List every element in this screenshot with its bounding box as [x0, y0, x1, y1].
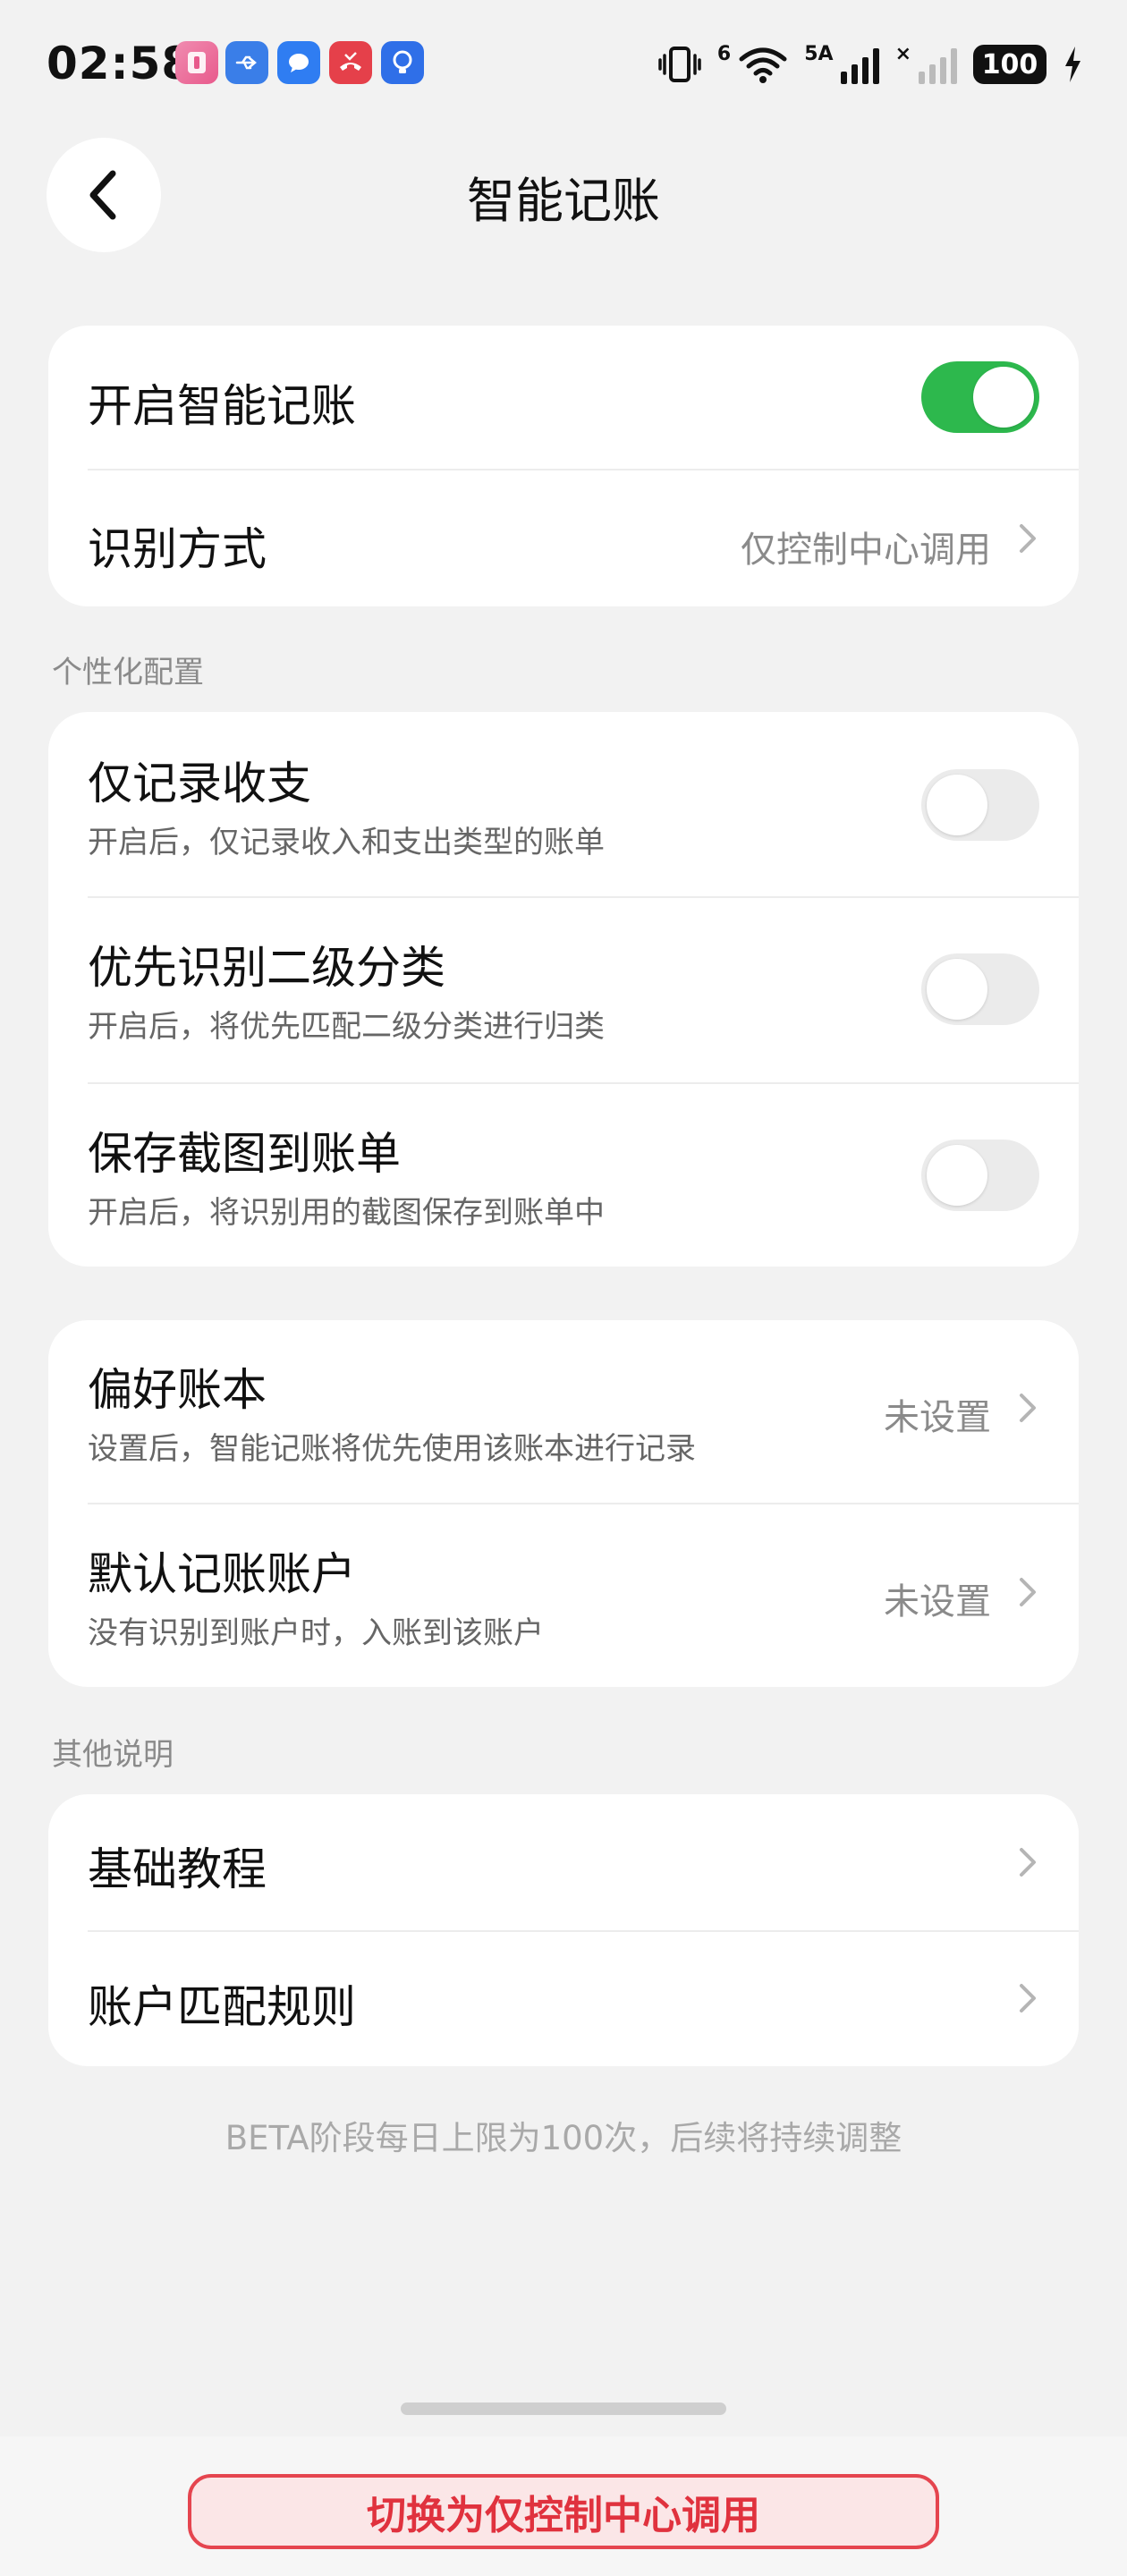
battery-level: 100	[981, 48, 1038, 80]
status-bar: 02:58 6 5A × 100	[0, 0, 1127, 134]
smart-bookkeeping-page: 02:58 6 5A × 100 智能记账 开启智能记账 识别方式 仅控制中心调…	[0, 0, 1127, 2576]
missed-call-icon	[329, 41, 372, 84]
record-income-expense-toggle[interactable]	[921, 769, 1039, 841]
prefer-subcategory-row[interactable]: 优先识别二级分类 开启后，将优先匹配二级分类进行归类	[48, 898, 1079, 1082]
home-indicator[interactable]	[401, 2402, 726, 2415]
account-settings-card: 偏好账本 设置后，智能记账将优先使用该账本进行记录 未设置 默认记账账户 没有识…	[48, 1320, 1079, 1687]
save-screenshot-toggle[interactable]	[921, 1140, 1039, 1211]
personalization-section-label: 个性化配置	[52, 655, 204, 691]
default-account-desc: 没有识别到账户时，入账到该账户	[88, 1615, 544, 1651]
toggle-knob	[927, 959, 987, 1020]
preferred-ledger-row[interactable]: 偏好账本 设置后，智能记账将优先使用该账本进行记录 未设置	[48, 1320, 1079, 1503]
chevron-right-icon	[1020, 1984, 1036, 2012]
record-income-expense-desc: 开启后，仅记录收入和支出类型的账单	[88, 825, 605, 860]
main-settings-card: 开启智能记账 识别方式 仅控制中心调用	[48, 326, 1079, 606]
other-section-label: 其他说明	[52, 1737, 174, 1773]
other-card: 基础教程 账户匹配规则	[48, 1794, 1079, 2066]
prefer-subcategory-label: 优先识别二级分类	[88, 942, 445, 994]
account-matching-rules-row[interactable]: 账户匹配规则	[48, 1932, 1079, 2066]
enable-smart-bookkeeping-toggle[interactable]	[921, 361, 1039, 433]
beta-limit-note: BETA阶段每日上限为100次，后续将持续调整	[225, 2119, 902, 2157]
wifi-icon	[739, 47, 787, 83]
network-5a-label: 5A	[804, 42, 834, 65]
recognition-method-label: 识别方式	[88, 523, 267, 575]
basic-tutorial-label: 基础教程	[88, 1843, 267, 1895]
toggle-knob	[927, 775, 987, 835]
prefer-subcategory-desc: 开启后，将优先匹配二级分类进行归类	[88, 1009, 605, 1045]
toggle-knob	[973, 367, 1034, 428]
personalization-card: 仅记录收支 开启后，仅记录收入和支出类型的账单 优先识别二级分类 开启后，将优先…	[48, 712, 1079, 1267]
default-account-label: 默认记账账户	[88, 1548, 356, 1600]
charging-icon	[1065, 47, 1080, 82]
vibrate-icon	[658, 47, 701, 82]
default-account-value: 未设置	[884, 1581, 991, 1623]
switch-to-control-center-button[interactable]: 切换为仅控制中心调用	[188, 2474, 939, 2549]
toggle-knob	[927, 1145, 987, 1206]
clock: 02:58	[47, 38, 194, 89]
preferred-ledger-desc: 设置后，智能记账将优先使用该账本进行记录	[88, 1431, 696, 1467]
chevron-right-icon	[1020, 1394, 1036, 1422]
record-income-expense-row[interactable]: 仅记录收支 开启后，仅记录收入和支出类型的账单	[48, 712, 1079, 896]
chevron-right-icon	[1020, 1578, 1036, 1606]
page-title: 智能记账	[467, 173, 660, 229]
recognition-method-value: 仅控制中心调用	[741, 530, 991, 571]
status-icons: 6 5A × 100	[658, 39, 1082, 89]
chevron-right-icon	[1020, 524, 1036, 553]
preferred-ledger-value: 未设置	[884, 1397, 991, 1438]
enable-smart-bookkeeping-label: 开启智能记账	[88, 380, 356, 432]
chevron-right-icon	[1020, 1848, 1036, 1877]
save-screenshot-row[interactable]: 保存截图到账单 开启后，将识别用的截图保存到账单中	[48, 1084, 1079, 1267]
battery-icon: 100	[973, 45, 1046, 84]
save-screenshot-desc: 开启后，将识别用的截图保存到账单中	[88, 1195, 605, 1231]
app-notification-icon	[175, 41, 218, 84]
signal-strength-sim2-icon	[919, 45, 957, 84]
usb-icon	[225, 41, 268, 84]
prefer-subcategory-toggle[interactable]	[921, 953, 1039, 1025]
save-screenshot-label: 保存截图到账单	[88, 1128, 401, 1180]
default-account-row[interactable]: 默认记账账户 没有识别到账户时，入账到该账户 未设置	[48, 1504, 1079, 1687]
record-income-expense-label: 仅记录收支	[88, 758, 311, 809]
network-6-label: 6	[716, 42, 732, 65]
recognition-method-row[interactable]: 识别方式 仅控制中心调用	[48, 470, 1079, 606]
signal-strength-sim1-icon	[840, 45, 879, 84]
message-icon	[277, 41, 320, 84]
enable-smart-bookkeeping-row[interactable]: 开启智能记账	[48, 326, 1079, 469]
sim2-no-service-mark: ×	[894, 42, 911, 65]
basic-tutorial-row[interactable]: 基础教程	[48, 1794, 1079, 1930]
lightbulb-icon	[381, 41, 424, 84]
preferred-ledger-label: 偏好账本	[88, 1364, 267, 1416]
account-matching-rules-label: 账户匹配规则	[88, 1981, 356, 2033]
